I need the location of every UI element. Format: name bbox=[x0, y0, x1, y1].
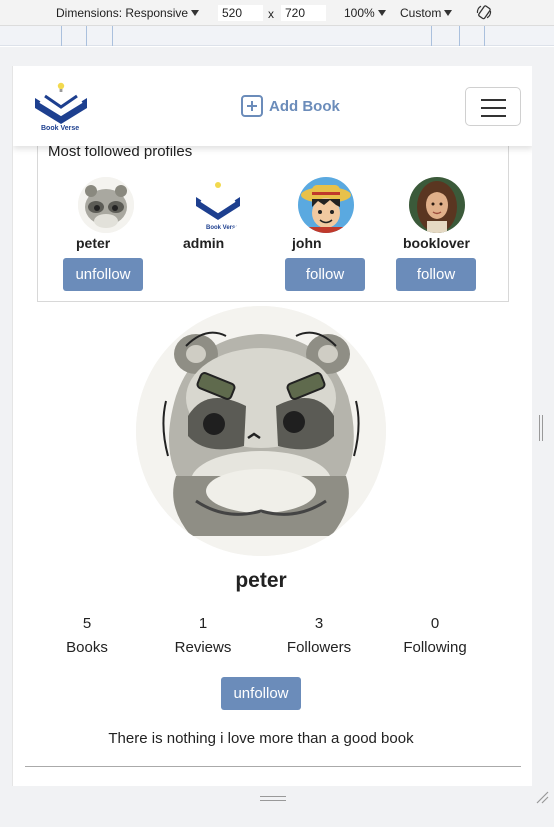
stat-value: 3 bbox=[314, 615, 324, 632]
woman-avatar-icon bbox=[409, 177, 465, 233]
page-viewport: Book Verse Add Book Most followed profil… bbox=[12, 66, 532, 786]
hamburger-icon bbox=[481, 99, 506, 101]
dimensions-dropdown[interactable]: Dimensions: Responsive bbox=[56, 6, 200, 20]
stat-label: Followers bbox=[286, 639, 352, 656]
add-book-link[interactable]: Add Book bbox=[241, 94, 340, 118]
follow-booklover-button[interactable]: follow bbox=[396, 258, 476, 291]
throttle-label: Custom bbox=[400, 6, 442, 20]
profile-name: admin bbox=[183, 235, 225, 251]
profile-avatar bbox=[136, 306, 386, 556]
menu-toggle-button[interactable] bbox=[465, 87, 521, 126]
raccoon-avatar-icon bbox=[78, 177, 134, 233]
avatar[interactable] bbox=[298, 177, 354, 233]
logo-text: Book Verse bbox=[41, 125, 80, 132]
stat-reviews[interactable]: 1 Reviews bbox=[145, 615, 261, 656]
viewport-width-input[interactable]: 520 bbox=[218, 5, 263, 21]
stat-label: Following bbox=[403, 639, 467, 656]
chevron-down-icon bbox=[377, 9, 386, 16]
zoom-dropdown[interactable]: 100% bbox=[344, 6, 386, 20]
stat-label: Books bbox=[66, 639, 108, 656]
profile-bio: There is nothing i love more than a good… bbox=[108, 730, 414, 747]
dimensions-label: Dimensions: Responsive bbox=[56, 6, 189, 20]
follow-john-button[interactable]: follow bbox=[285, 258, 365, 291]
dimension-separator: x bbox=[268, 7, 274, 21]
viewport-height-input[interactable]: 720 bbox=[281, 5, 326, 21]
stat-books[interactable]: 5 Books bbox=[29, 615, 145, 656]
profile-card-admin: Book Verse admin bbox=[180, 177, 290, 297]
profile-username: peter bbox=[235, 569, 287, 592]
avatar[interactable]: Book Verse bbox=[190, 177, 246, 233]
unfollow-peter-button[interactable]: unfollow bbox=[63, 258, 143, 291]
chevron-down-icon bbox=[191, 9, 200, 16]
add-book-label: Add Book bbox=[269, 97, 340, 115]
navbar: Book Verse Add Book bbox=[13, 66, 532, 146]
zoom-label: 100% bbox=[344, 6, 375, 20]
throttle-dropdown[interactable]: Custom bbox=[400, 6, 453, 20]
resize-handle-right[interactable] bbox=[539, 415, 543, 441]
unfollow-button[interactable]: unfollow bbox=[221, 677, 301, 710]
chevron-down-icon bbox=[444, 9, 453, 16]
divider bbox=[25, 766, 521, 767]
avatar[interactable] bbox=[78, 177, 134, 233]
resize-corner-icon[interactable] bbox=[535, 790, 549, 804]
stat-followers[interactable]: 3 Followers bbox=[261, 615, 377, 656]
stat-label: Reviews bbox=[174, 639, 232, 656]
profile-name: booklover bbox=[403, 235, 470, 251]
profile-name: peter bbox=[76, 235, 111, 251]
bookverse-logo-icon: Book Verse bbox=[190, 177, 246, 233]
rotate-icon[interactable] bbox=[476, 4, 492, 20]
straw-hat-avatar-icon bbox=[298, 177, 354, 233]
devtools-toolbar: Dimensions: Responsive 520 x 720 100% Cu… bbox=[0, 0, 554, 26]
stat-value: 1 bbox=[198, 615, 208, 632]
stat-following[interactable]: 0 Following bbox=[377, 615, 493, 656]
resize-handle-bottom[interactable] bbox=[260, 796, 286, 801]
plus-square-icon bbox=[241, 95, 263, 117]
svg-text:Book Verse: Book Verse bbox=[206, 225, 239, 231]
avatar[interactable] bbox=[409, 177, 465, 233]
media-query-ruler bbox=[0, 26, 554, 46]
profile-name: john bbox=[292, 235, 322, 251]
stat-value: 5 bbox=[82, 615, 92, 632]
raccoon-avatar-icon bbox=[136, 306, 386, 556]
stat-value: 0 bbox=[430, 615, 440, 632]
